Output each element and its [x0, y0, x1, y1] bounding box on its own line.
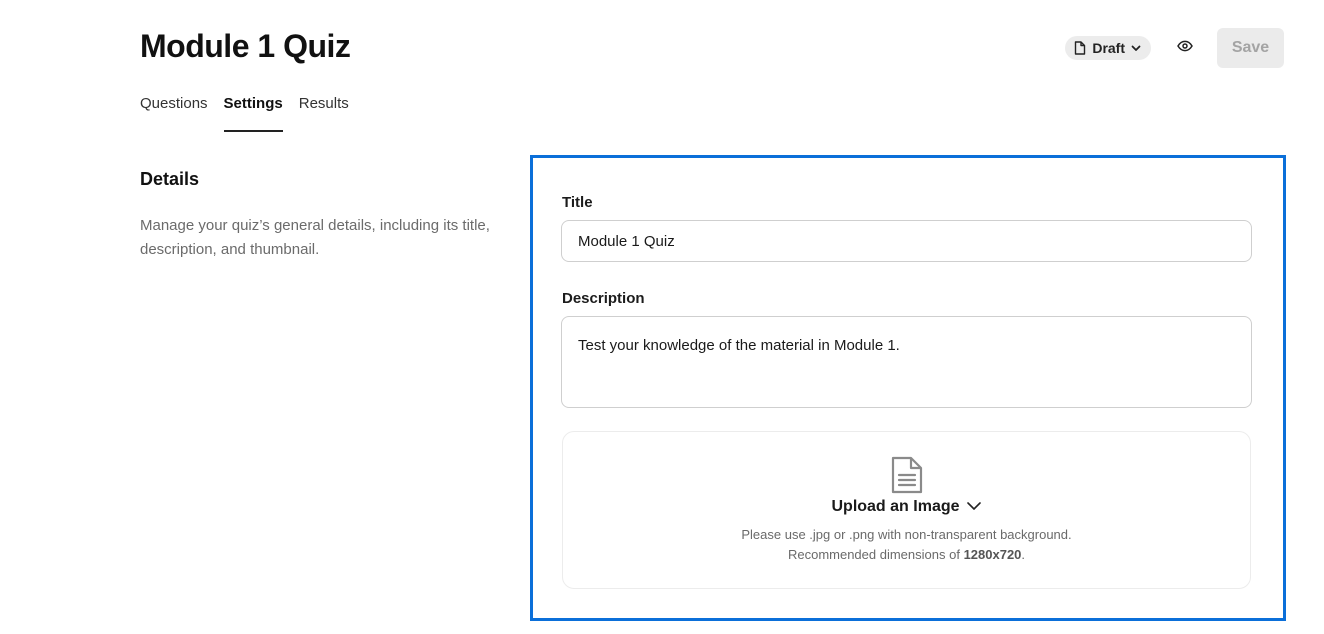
- image-upload-dropzone[interactable]: Upload an Image Please use .jpg or .png …: [562, 431, 1251, 589]
- description-label: Description: [562, 290, 645, 307]
- tab-questions[interactable]: Questions: [140, 94, 208, 132]
- upload-hint-line2: Recommended dimensions of 1280x720.: [787, 547, 1026, 562]
- document-icon: [1074, 41, 1086, 55]
- upload-label: Upload an Image: [831, 498, 960, 515]
- description-textarea[interactable]: Test your knowledge of the material in M…: [561, 316, 1252, 408]
- preview-button[interactable]: [1173, 36, 1197, 60]
- upload-hint: Please use .jpg or .png with non-transpa…: [563, 525, 1250, 565]
- tab-bar: Questions Settings Results: [140, 94, 365, 132]
- chevron-down-icon: [1131, 45, 1141, 52]
- quiz-settings-page: Module 1 Quiz Draft Save Questions Setti…: [0, 0, 1324, 634]
- recommended-dimensions: 1280x720: [963, 547, 1022, 562]
- tab-results[interactable]: Results: [299, 94, 349, 132]
- document-icon: [890, 456, 924, 499]
- details-form-panel: Title Module 1 Quiz Description Test you…: [530, 155, 1286, 621]
- title-label: Title: [562, 194, 593, 211]
- upload-hint-line1: Please use .jpg or .png with non-transpa…: [741, 527, 1072, 542]
- eye-icon: [1177, 39, 1193, 57]
- chevron-down-icon: [966, 498, 982, 516]
- save-button[interactable]: Save: [1217, 28, 1284, 68]
- header-actions: Draft Save: [1065, 28, 1284, 68]
- section-description: Manage your quiz’s general details, incl…: [140, 217, 490, 258]
- title-input[interactable]: Module 1 Quiz: [561, 220, 1252, 262]
- status-label: Draft: [1092, 40, 1125, 56]
- page-title: Module 1 Quiz: [140, 28, 351, 64]
- section-heading: Details: [140, 169, 200, 189]
- tab-settings[interactable]: Settings: [223, 94, 283, 132]
- upload-image-button[interactable]: Upload an Image: [563, 498, 1250, 516]
- status-dropdown[interactable]: Draft: [1065, 36, 1151, 60]
